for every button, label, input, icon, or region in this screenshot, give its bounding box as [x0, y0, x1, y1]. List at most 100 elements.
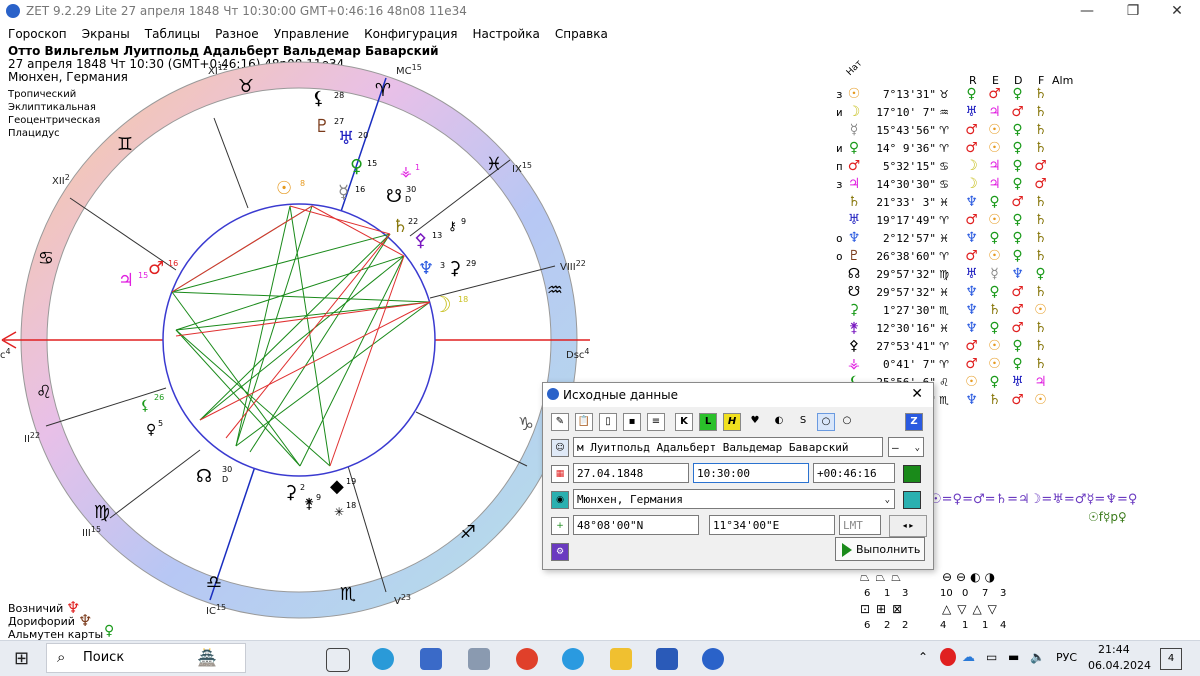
row-planet-glyph: ♀: [848, 140, 860, 156]
maximize-button[interactable]: ❐: [1110, 0, 1156, 22]
moon-phase-icon[interactable]: ◐: [771, 413, 787, 429]
onedrive-icon[interactable]: ☁: [962, 650, 975, 665]
almuten-glyph: ♀: [104, 623, 115, 639]
app-icon-2[interactable]: [468, 648, 490, 670]
battery-icon[interactable]: ▬: [1008, 650, 1019, 664]
svg-text:⚷: ⚷: [448, 219, 457, 233]
run-button[interactable]: Выполнить: [835, 537, 925, 561]
row-ruler-glyph: ♄: [1034, 140, 1047, 156]
svg-text:♌: ♌: [36, 382, 52, 403]
open-icon[interactable]: ✎: [551, 413, 569, 431]
network-app-icon[interactable]: [420, 648, 442, 670]
row-ruler-glyph: ☉: [988, 248, 1001, 264]
dot-circle-icon[interactable]: ○: [817, 413, 835, 431]
menu-horoscope[interactable]: Гороскоп: [8, 27, 67, 41]
castle-icon: 🏯: [197, 648, 217, 667]
minimize-button[interactable]: —: [1064, 0, 1110, 22]
volume-icon[interactable]: 🔈: [1030, 650, 1045, 664]
notification-icon[interactable]: 4: [1160, 648, 1182, 670]
place-select[interactable]: Мюнхен, Германия ⌄: [573, 489, 895, 509]
svg-text:29: 29: [466, 259, 476, 268]
table-row: ♄ 21°33' 3" ♓ ♆ ♀ ♂ ♄: [836, 194, 1052, 210]
svg-text:9: 9: [316, 493, 321, 502]
time-input[interactable]: 10:30:00: [693, 463, 809, 483]
list-icon[interactable]: ≡: [647, 413, 665, 431]
row-sign-glyph: ♏: [939, 304, 949, 317]
menu-tables[interactable]: Таблицы: [145, 27, 200, 41]
row-ruler-glyph: ☉: [965, 374, 978, 390]
rahu-glyph: ◆: [330, 476, 344, 497]
clock-time[interactable]: 21:44: [1098, 643, 1130, 656]
north-node-glyph: ☊: [196, 466, 212, 487]
row-ruler-glyph: ♀: [966, 86, 977, 102]
dialog-close-button[interactable]: ✕: [911, 386, 923, 402]
longitude-input[interactable]: 11°34'00"E: [709, 515, 835, 535]
circle-icon[interactable]: ○: [839, 413, 855, 429]
z-button[interactable]: Z: [905, 413, 923, 431]
menu-control[interactable]: Управление: [274, 27, 349, 41]
new-icon[interactable]: ▯: [599, 413, 617, 431]
neptune-glyph: ♆: [418, 258, 434, 279]
menu-help[interactable]: Справка: [555, 27, 608, 41]
network-icon[interactable]: ▭: [986, 650, 997, 664]
row-position: 2°12'57": [883, 232, 936, 245]
row-ruler-glyph: ☉: [1034, 302, 1047, 318]
k-button[interactable]: K: [675, 413, 693, 431]
svg-text:♈: ♈: [375, 80, 391, 101]
save-icon[interactable]: ▪: [623, 413, 641, 431]
l-button[interactable]: L: [699, 413, 717, 431]
coordinates-icon: +: [551, 517, 569, 535]
svg-text:3: 3: [440, 261, 445, 270]
chrome-icon[interactable]: [516, 648, 538, 670]
time-mode-input[interactable]: LMT: [839, 515, 881, 535]
date-input[interactable]: 27.04.1848: [573, 463, 689, 483]
row-position: 29°57'32": [876, 286, 936, 299]
taskbar-search[interactable]: ⌕ Поиск 🏯: [46, 643, 246, 673]
word-icon[interactable]: [656, 648, 678, 670]
map-icon[interactable]: [903, 491, 921, 509]
tray-chevron-icon[interactable]: ⌃: [918, 650, 928, 664]
timezone-input[interactable]: +00:46:16: [813, 463, 895, 483]
s-icon[interactable]: S: [795, 413, 811, 429]
zet-taskbar-icon[interactable]: [702, 648, 724, 670]
close-button[interactable]: ✕: [1154, 0, 1200, 22]
menu-settings[interactable]: Настройка: [473, 27, 540, 41]
row-ruler-glyph: ♀: [1012, 140, 1023, 156]
time-mode-stepper[interactable]: ◂ ▸: [889, 515, 927, 537]
row-position: 7°13'31": [883, 88, 936, 101]
edge-icon[interactable]: [372, 648, 394, 670]
row-ruler-glyph: ♀: [1012, 248, 1023, 264]
menu-misc[interactable]: Разное: [215, 27, 259, 41]
clock-date[interactable]: 06.04.2024: [1088, 659, 1151, 672]
paste-icon[interactable]: 📋: [575, 413, 593, 431]
table-row: п ♂ 5°32'15" ♋ ☽ ♃ ♀ ♂: [836, 158, 1052, 174]
tray-app-icon[interactable]: [940, 648, 956, 666]
row-sign-glyph: ♓: [939, 322, 949, 335]
language-indicator[interactable]: РУС: [1056, 651, 1077, 664]
row-ruler-glyph: ♄: [1034, 122, 1047, 138]
heart-icon[interactable]: ♥: [747, 413, 763, 429]
menu-configuration[interactable]: Конфигурация: [364, 27, 457, 41]
row-ruler-glyph: ☉: [1034, 392, 1047, 408]
row-sign-glyph: ♈: [939, 214, 949, 227]
svg-text:13: 13: [432, 231, 442, 240]
table-row: о ♆ 2°12'57" ♓ ♆ ♀ ♀ ♄: [836, 230, 1052, 246]
row-sign-glyph: ♍: [939, 268, 949, 281]
task-view-icon[interactable]: [326, 648, 350, 672]
start-icon[interactable]: ⊞: [14, 648, 29, 669]
tz-indicator[interactable]: [903, 465, 921, 483]
telegram-icon[interactable]: [562, 648, 584, 670]
dialog-title-bar[interactable]: Исходные данные ✕: [543, 383, 933, 407]
row-ruler-glyph: ♀: [1012, 176, 1023, 192]
row-ruler-glyph: ♂: [1034, 176, 1047, 192]
table-row: ☊ 29°57'32" ♍ ♅ ☿ ♆ ♀: [836, 266, 1052, 282]
explorer-icon[interactable]: [610, 648, 632, 670]
svg-text:♀: ♀: [146, 422, 156, 438]
name-input[interactable]: м Луитпольд Адальберт Вальдемар Баварски…: [573, 437, 883, 457]
h-button[interactable]: H: [723, 413, 741, 431]
gender-select[interactable]: — ⌄: [888, 437, 924, 457]
settings-icon[interactable]: ⚙: [551, 543, 569, 561]
charioteer-label: Возничий: [8, 602, 64, 615]
menu-screens[interactable]: Экраны: [82, 27, 130, 41]
latitude-input[interactable]: 48°08'00"N: [573, 515, 699, 535]
